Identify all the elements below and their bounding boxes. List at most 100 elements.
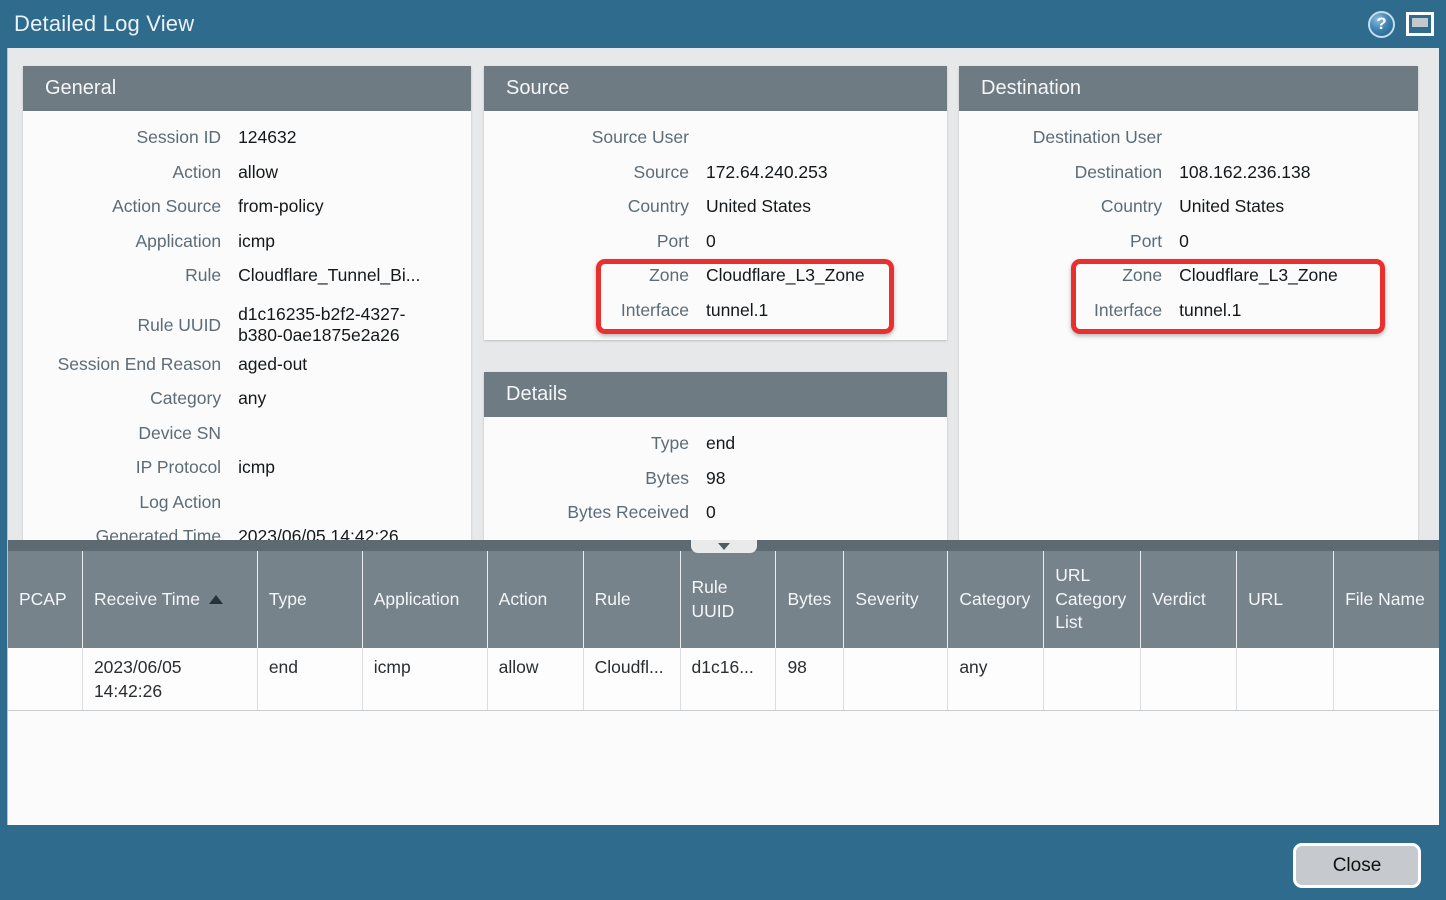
panel-general-body: Session ID124632 Actionallow Action Sour… xyxy=(23,111,471,540)
field-label: Destination xyxy=(959,159,1170,183)
field-row: Device SN xyxy=(23,420,471,455)
field-label: Log Action xyxy=(23,489,229,513)
field-value: aged-out xyxy=(229,351,317,375)
field-label: Generated Time xyxy=(23,523,229,540)
field-label: Rule xyxy=(23,262,229,286)
panel-source-body: Source User Source172.64.240.253 Country… xyxy=(484,111,947,331)
field-row: ZoneCloudflare_L3_Zone xyxy=(959,262,1418,297)
field-value: 98 xyxy=(697,465,735,489)
cell-type: end xyxy=(258,648,363,710)
field-value: Cloudflare_L3_Zone xyxy=(697,262,875,286)
column-header-action[interactable]: Action xyxy=(488,551,584,648)
field-value: icmp xyxy=(229,454,285,478)
close-button[interactable]: Close xyxy=(1293,843,1421,888)
cell-bytes: 98 xyxy=(776,648,844,710)
field-row: Port0 xyxy=(484,228,947,263)
field-label: Action Source xyxy=(23,193,229,217)
cell-url xyxy=(1237,648,1334,710)
table-row[interactable]: 2023/06/05 14:42:26 end icmp allow Cloud… xyxy=(8,648,1439,711)
field-label: Port xyxy=(484,228,697,252)
footer-bar: Close xyxy=(0,825,1446,900)
maximize-window-icon[interactable] xyxy=(1406,12,1434,36)
field-row: CountryUnited States xyxy=(959,193,1418,228)
field-label: Rule UUID xyxy=(23,312,229,336)
column-header-verdict[interactable]: Verdict xyxy=(1141,551,1237,648)
field-value: icmp xyxy=(229,228,285,252)
field-value: 0 xyxy=(697,228,726,252)
field-label: Source User xyxy=(484,124,697,148)
panel-details-body: Typeend Bytes98 Bytes Received0 xyxy=(484,417,947,534)
field-label: Application xyxy=(23,228,229,252)
column-header-bytes[interactable]: Bytes xyxy=(776,551,844,648)
field-value: tunnel.1 xyxy=(1170,297,1251,321)
field-row: Generated Time2023/06/05 14:42:26 xyxy=(23,523,471,540)
panel-title: General xyxy=(45,77,116,100)
cell-severity xyxy=(844,648,948,710)
collapse-handle[interactable] xyxy=(691,540,757,553)
field-row: Typeend xyxy=(484,430,947,465)
field-value: United States xyxy=(697,193,821,217)
field-row: Action Sourcefrom-policy xyxy=(23,193,471,228)
column-header-pcap[interactable]: PCAP xyxy=(8,551,83,648)
column-header-category[interactable]: Category xyxy=(948,551,1044,648)
field-row: Port0 xyxy=(959,228,1418,263)
field-label: Type xyxy=(484,430,697,454)
cell-receive-time: 2023/06/05 14:42:26 xyxy=(83,648,258,710)
field-value xyxy=(229,420,248,423)
field-label: Bytes xyxy=(484,465,697,489)
field-row: CountryUnited States xyxy=(484,193,947,228)
panel-general: General Session ID124632 Actionallow Act… xyxy=(23,66,471,540)
field-label: Device SN xyxy=(23,420,229,444)
field-value: Cloudflare_L3_Zone xyxy=(1170,262,1348,286)
column-header-url-category-list[interactable]: URL Category List xyxy=(1044,551,1141,648)
help-glyph: ? xyxy=(1376,14,1386,34)
column-header-file-name[interactable]: File Name xyxy=(1334,551,1439,648)
field-row: Session ID124632 xyxy=(23,124,471,159)
panel-title: Destination xyxy=(981,77,1081,100)
field-row: Bytes Received0 xyxy=(484,499,947,534)
field-row: ZoneCloudflare_L3_Zone xyxy=(484,262,947,297)
title-bar: Detailed Log View ? xyxy=(0,0,1446,48)
field-label: Interface xyxy=(484,297,697,321)
field-label: Interface xyxy=(959,297,1170,321)
field-value: 2023/06/05 14:42:26 xyxy=(229,523,409,540)
cell-pcap xyxy=(8,648,83,710)
field-value: tunnel.1 xyxy=(697,297,778,321)
field-value: d1c16235-b2f2-4327-b380-0ae1875e2a26 xyxy=(229,301,454,345)
column-header-receive-time[interactable]: Receive Time xyxy=(83,551,258,648)
field-value: 108.162.236.138 xyxy=(1170,159,1320,183)
log-table-section: PCAP Receive Time Type Application Actio… xyxy=(7,540,1439,825)
titlebar-icons: ? xyxy=(1368,11,1434,38)
field-label: Zone xyxy=(484,262,697,286)
panel-source: Source Source User Source172.64.240.253 … xyxy=(484,66,947,340)
cell-application: icmp xyxy=(363,648,488,710)
dialog-title: Detailed Log View xyxy=(14,11,194,37)
field-row: Log Action xyxy=(23,489,471,524)
window-glyph xyxy=(1412,18,1428,27)
column-header-rule[interactable]: Rule xyxy=(584,551,681,648)
field-row: IP Protocolicmp xyxy=(23,454,471,489)
column-header-application[interactable]: Application xyxy=(363,551,488,648)
field-row: Rule UUIDd1c16235-b2f2-4327-b380-0ae1875… xyxy=(23,297,471,351)
field-row: Interfacetunnel.1 xyxy=(959,297,1418,332)
field-label: Country xyxy=(484,193,697,217)
sort-ascending-icon xyxy=(209,595,223,604)
column-header-rule-uuid[interactable]: Rule UUID xyxy=(681,551,777,648)
field-label: Country xyxy=(959,193,1170,217)
panel-title: Details xyxy=(506,383,567,406)
field-row: Destination User xyxy=(959,124,1418,159)
help-icon[interactable]: ? xyxy=(1368,11,1395,38)
field-row: Source172.64.240.253 xyxy=(484,159,947,194)
field-row: Applicationicmp xyxy=(23,228,471,263)
cell-file-name xyxy=(1334,648,1439,710)
panel-general-header: General xyxy=(23,66,471,111)
field-value: 0 xyxy=(1170,228,1199,252)
field-value: any xyxy=(229,385,276,409)
chevron-down-icon xyxy=(718,543,730,550)
field-value: 172.64.240.253 xyxy=(697,159,838,183)
splitter-bar[interactable] xyxy=(8,540,1439,551)
detailed-log-view-dialog: Detailed Log View ? General Session ID12… xyxy=(0,0,1446,900)
column-header-type[interactable]: Type xyxy=(258,551,363,648)
column-header-severity[interactable]: Severity xyxy=(844,551,948,648)
column-header-url[interactable]: URL xyxy=(1237,551,1334,648)
